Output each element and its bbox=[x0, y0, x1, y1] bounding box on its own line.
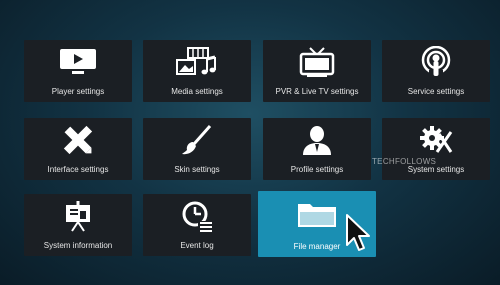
tile-label: Profile settings bbox=[290, 165, 344, 174]
tile-label: Service settings bbox=[407, 87, 465, 96]
tile-player-settings[interactable]: Player settings bbox=[24, 40, 132, 102]
tile-profile-settings[interactable]: Profile settings bbox=[263, 118, 371, 180]
tile-interface-settings[interactable]: Interface settings bbox=[24, 118, 132, 180]
tile-pvr-settings[interactable]: PVR & Live TV settings bbox=[263, 40, 371, 102]
pencil-ruler-icon bbox=[24, 124, 132, 156]
tile-label: PVR & Live TV settings bbox=[275, 87, 359, 96]
gear-tools-icon bbox=[382, 124, 490, 156]
tile-label: Skin settings bbox=[174, 165, 220, 174]
clock-list-icon bbox=[143, 200, 251, 232]
presentation-icon bbox=[24, 200, 132, 232]
podcast-icon bbox=[382, 46, 490, 78]
watermark-text: TECHFOLLOWS bbox=[372, 157, 437, 166]
tile-label: System settings bbox=[407, 165, 465, 174]
tile-label: Interface settings bbox=[47, 165, 109, 174]
tile-event-log[interactable]: Event log bbox=[143, 194, 251, 256]
paintbrush-icon bbox=[143, 124, 251, 156]
mouse-cursor-icon bbox=[344, 213, 374, 258]
user-icon bbox=[263, 124, 371, 156]
tile-media-settings[interactable]: Media settings bbox=[143, 40, 251, 102]
tile-label: Player settings bbox=[51, 87, 105, 96]
tile-label: Event log bbox=[180, 241, 214, 250]
tile-system-information[interactable]: System information bbox=[24, 194, 132, 256]
tile-label: Media settings bbox=[171, 87, 223, 96]
tile-skin-settings[interactable]: Skin settings bbox=[143, 118, 251, 180]
monitor-play-icon bbox=[24, 46, 132, 78]
media-icon bbox=[143, 46, 251, 78]
tile-system-settings[interactable]: System settings bbox=[382, 118, 490, 180]
tile-label: System information bbox=[43, 241, 113, 250]
tile-service-settings[interactable]: Service settings bbox=[382, 40, 490, 102]
tv-icon bbox=[263, 46, 371, 78]
